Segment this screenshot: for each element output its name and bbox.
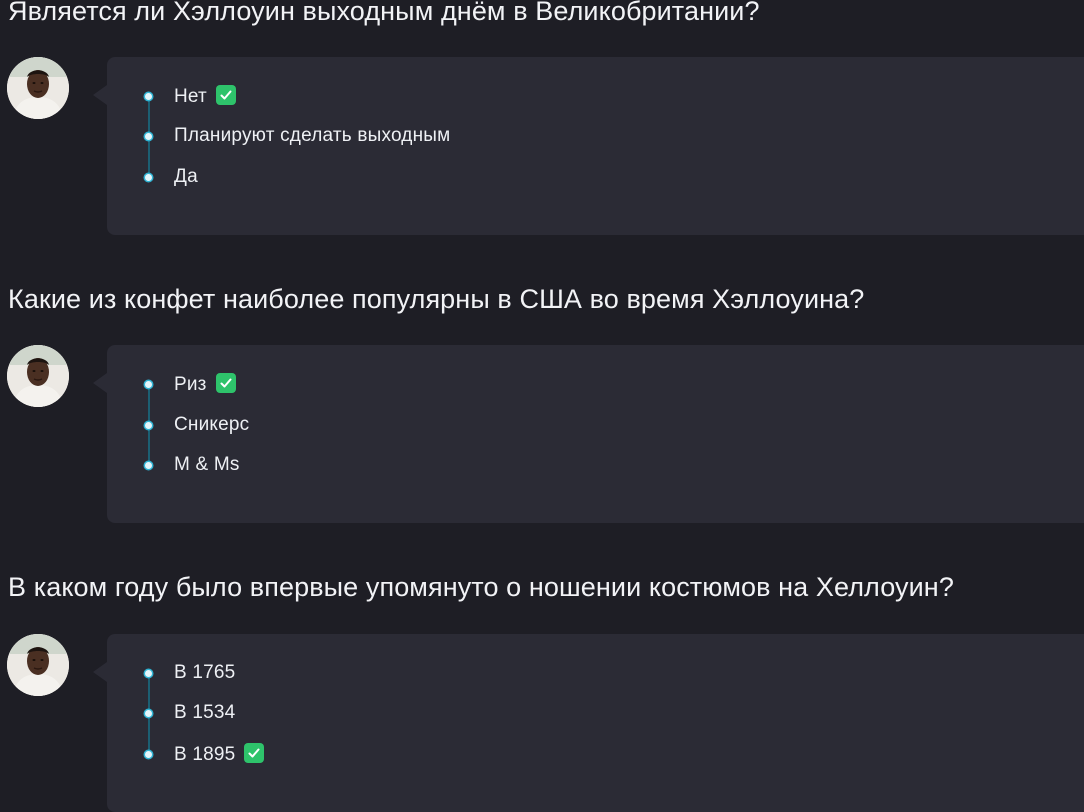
question-title: Является ли Хэллоуин выходным днём в Вел…: [8, 0, 760, 26]
check-icon: [215, 85, 236, 105]
timeline-dot: [145, 462, 152, 469]
answer-label: Риз: [174, 374, 207, 395]
timeline-dot: [145, 422, 152, 429]
avatar-photo: [7, 345, 69, 407]
answer-label: В 1765: [174, 662, 236, 683]
answer-bubble: Нет Планируют сделать выходным Да: [93, 57, 1084, 235]
answer-label: В 1534: [174, 702, 236, 723]
answer-label: Сникерс: [174, 414, 250, 435]
answer-bubble: В 1765 В 1534 В 1895: [93, 634, 1084, 812]
timeline-dot: [145, 133, 152, 140]
timeline-dot: [145, 751, 152, 758]
timeline-dot: [145, 93, 152, 100]
answer-label: Планируют сделать выходным: [174, 125, 451, 146]
avatar: [7, 345, 69, 407]
avatar: [7, 634, 69, 696]
timeline-dot: [145, 710, 152, 717]
check-icon: [215, 373, 236, 393]
question-title: Какие из конфет наиболее популярны в США…: [8, 284, 865, 314]
answer-label: Да: [174, 166, 198, 187]
timeline-dot: [145, 174, 152, 181]
timeline-dot: [145, 670, 152, 677]
avatar-photo: [7, 634, 69, 696]
timeline-dot: [145, 381, 152, 388]
avatar: [7, 57, 69, 119]
answer-label: M & Ms: [174, 454, 240, 475]
answer-bubble: Риз Сникерс M & Ms: [93, 345, 1084, 523]
avatar-photo: [7, 57, 69, 119]
question-title: В каком году было впервые упомянуто о но…: [8, 572, 954, 602]
check-icon: [244, 743, 265, 763]
answer-label: В 1895: [174, 744, 236, 765]
answer-label: Нет: [174, 86, 207, 107]
